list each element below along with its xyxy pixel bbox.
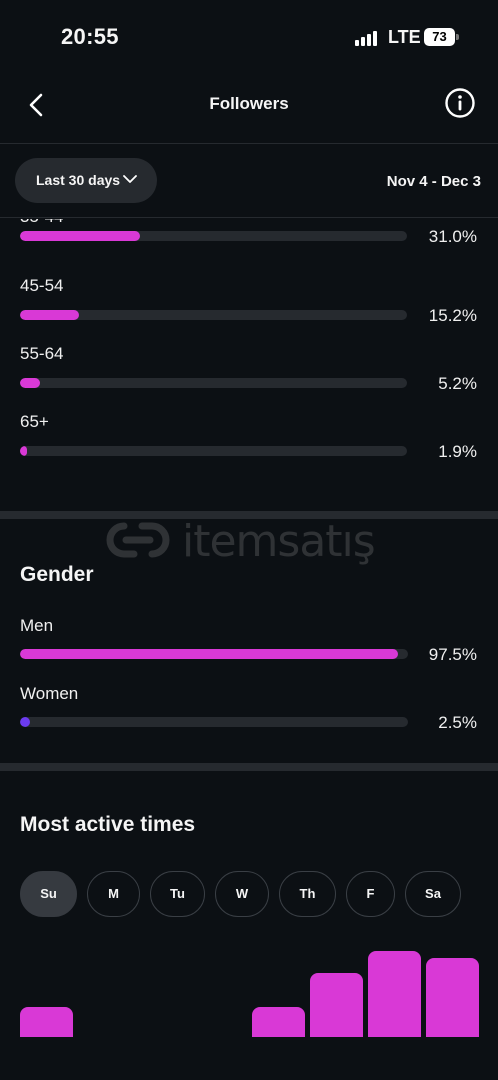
age-bar-fill [20, 231, 140, 241]
age-bar-track [20, 231, 407, 241]
age-label: 55-64 [20, 344, 64, 363]
battery-icon: 73 [424, 28, 455, 46]
age-bar-fill [20, 310, 79, 320]
gender-bar-fill [20, 649, 399, 659]
age-row: 45-54 15.2% [0, 276, 498, 344]
age-percent: 31.0% [428, 227, 477, 246]
info-icon[interactable] [444, 87, 476, 119]
top-header: Followers [0, 72, 498, 144]
signal-icon [355, 30, 381, 46]
age-row: 65+ 1.9% [0, 412, 498, 480]
filter-row: Last 30 days Nov 4 - Dec 3 [0, 144, 498, 218]
age-bar-track [20, 446, 407, 456]
age-bar-track [20, 310, 407, 320]
status-time: 20:55 [61, 24, 119, 49]
day-tab-tu[interactable]: Tu [150, 871, 205, 917]
network-label: LTE [388, 27, 421, 47]
age-bar-fill [20, 446, 28, 456]
gender-bar-track [20, 649, 408, 659]
age-label: 65+ [20, 412, 49, 431]
age-label: 45-54 [20, 276, 64, 295]
age-percent: 1.9% [438, 442, 477, 461]
gender-percent: 2.5% [438, 713, 477, 732]
section-title-gender: Gender [20, 563, 94, 586]
gender-bar-track [20, 717, 408, 727]
hour-bar [20, 1007, 73, 1037]
date-range-dropdown-label: Last 30 days [36, 172, 121, 188]
day-tab-th[interactable]: Th [279, 871, 336, 917]
hour-bar [310, 973, 363, 1037]
battery-tip [456, 34, 459, 40]
date-range-dropdown[interactable]: Last 30 days [15, 158, 157, 203]
page-title: Followers [209, 94, 289, 113]
day-tab-f[interactable]: F [346, 871, 395, 917]
gender-row: Women 2.5% [0, 684, 498, 752]
age-percent: 5.2% [438, 374, 477, 393]
gender-label: Women [20, 684, 79, 703]
gender-bar-fill [20, 717, 30, 727]
day-tab-sa[interactable]: Sa [405, 871, 461, 917]
chevron-down-icon [123, 175, 137, 183]
section-divider [0, 763, 498, 771]
most-active-times: Most active times Su M Tu W Th F Sa [0, 771, 498, 1080]
gender-label: Men [20, 616, 54, 635]
day-tab-w[interactable]: W [215, 871, 269, 917]
gender-percent: 97.5% [428, 645, 477, 664]
age-bar-fill [20, 378, 41, 388]
age-percent: 15.2% [428, 306, 477, 325]
section-title-active-times: Most active times [20, 813, 196, 836]
day-tab-m[interactable]: M [87, 871, 140, 917]
age-row: 55-64 5.2% [0, 344, 498, 412]
day-tab-su[interactable]: Su [20, 871, 77, 917]
hour-bar [368, 951, 421, 1037]
hour-bar [252, 1007, 305, 1037]
status-bar: 20:55 LTE 73 [0, 0, 498, 72]
hour-bar [426, 958, 479, 1037]
date-range-text: Nov 4 - Dec 3 [386, 173, 481, 190]
gender-breakdown: Gender Men 97.5% Women 2.5% [0, 519, 498, 763]
section-divider [0, 511, 498, 519]
age-breakdown: 35-44 31.0% 45-54 15.2% 55-64 5.2% 65+ 1… [0, 219, 498, 511]
age-bar-track [20, 378, 407, 388]
age-label: 35-44 [20, 219, 63, 227]
gender-row: Men 97.5% [0, 616, 498, 684]
age-row: 35-44 31.0% [0, 219, 498, 275]
